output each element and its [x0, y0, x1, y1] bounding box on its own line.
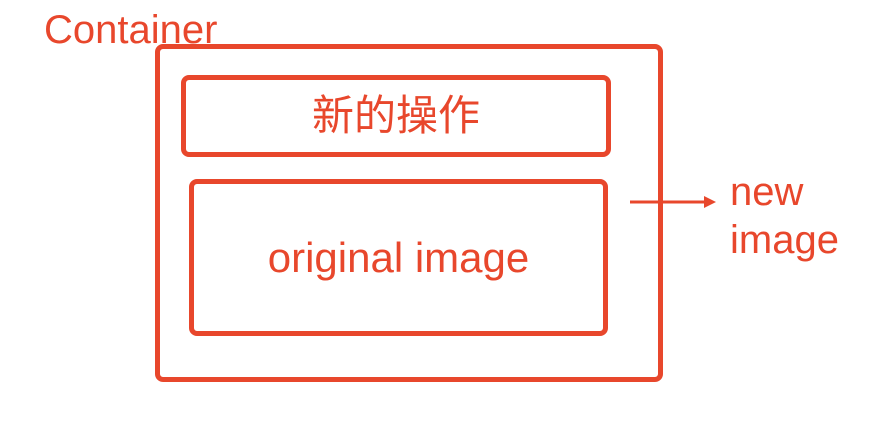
original-image-box: original image: [189, 179, 608, 336]
operations-label: 新的操作: [311, 91, 480, 140]
new-image-label: new image: [730, 168, 839, 264]
operations-box: 新的操作: [181, 75, 611, 157]
original-image-label: original image: [267, 233, 530, 281]
new-image-line1: new: [730, 170, 804, 214]
arrow-right-icon: [630, 196, 716, 208]
new-image-line2: image: [730, 218, 839, 262]
